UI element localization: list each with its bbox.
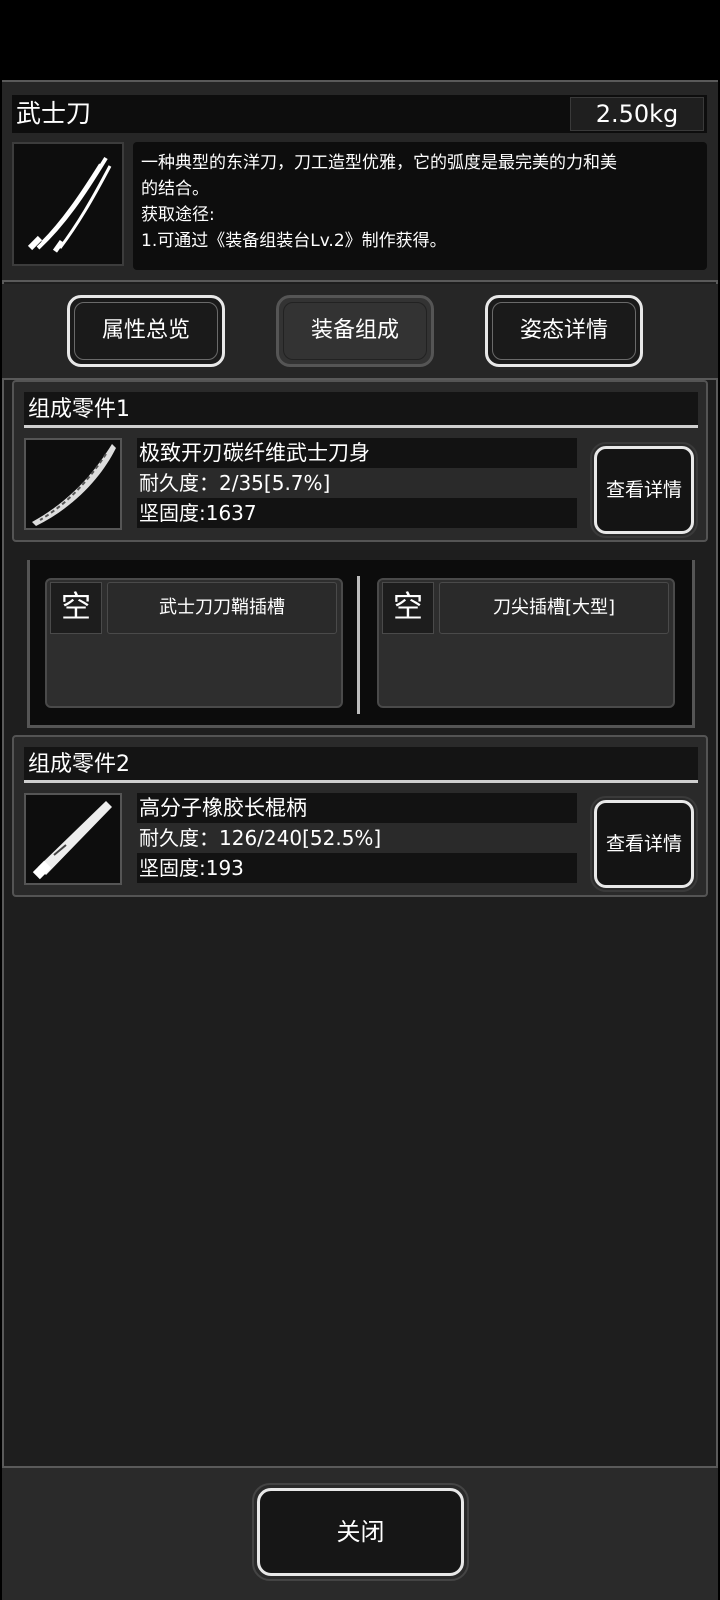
item-description: 一种典型的东洋刀，刀工造型优雅，它的弧度是最完美的力和美 的结合。 获取途径: … <box>133 142 707 270</box>
tab-stance-details[interactable]: 姿态详情 <box>485 295 643 367</box>
part-durability-2: 耐久度：126/240[52.5%] <box>137 823 577 853</box>
slot-name-1: 武士刀刀鞘插槽 <box>107 582 337 634</box>
part-header-1: 组成零件1 <box>24 392 698 428</box>
description-line: 的结合。 <box>141 179 209 199</box>
part-header-2: 组成零件2 <box>24 747 698 783</box>
handle-icon <box>24 793 122 885</box>
tab-equipment-composition[interactable]: 装备组成 <box>276 295 434 367</box>
description-line: 获取途径: <box>141 205 215 225</box>
slot-empty-indicator-2: 空 <box>382 582 434 634</box>
close-button[interactable]: 关闭 <box>252 1483 469 1581</box>
slot-empty-indicator-1: 空 <box>50 582 102 634</box>
katana-icon <box>12 142 124 266</box>
view-details-button-2[interactable]: 查看详情 <box>590 796 698 892</box>
view-details-button-1[interactable]: 查看详情 <box>590 442 698 538</box>
item-weight: 2.50kg <box>570 97 704 131</box>
blade-icon <box>24 438 122 530</box>
item-name: 武士刀 <box>16 99 92 128</box>
part-name-1: 极致开刃碳纤维武士刀身 <box>137 438 577 468</box>
part-hardness-2: 坚固度:193 <box>137 853 577 883</box>
slot-divider <box>357 576 360 714</box>
description-line: 1.可通过《装备组装台Lv.2》制作获得。 <box>141 231 447 251</box>
part-durability-1: 耐久度：2/35[5.7%] <box>137 468 577 498</box>
tab-attribute-overview[interactable]: 属性总览 <box>67 295 225 367</box>
slot-name-2: 刀尖插槽[大型] <box>439 582 669 634</box>
part-hardness-1: 坚固度:1637 <box>137 498 577 528</box>
part-name-2: 高分子橡胶长棍柄 <box>137 793 577 823</box>
description-line: 一种典型的东洋刀，刀工造型优雅，它的弧度是最完美的力和美 <box>141 153 617 173</box>
